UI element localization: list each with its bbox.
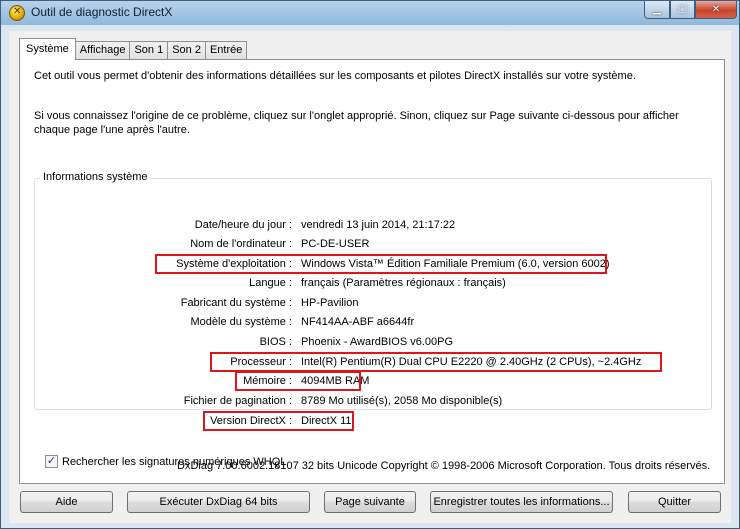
intro-text-2: Si vous connaissez l'origine de ce probl… xyxy=(34,110,679,136)
close-button[interactable]: ✕ xyxy=(695,1,737,19)
maximize-icon: ▢ xyxy=(677,4,688,15)
info-value: 8789 Mo utilisé(s), 2058 Mo disponible(s… xyxy=(301,395,503,407)
info-value: vendredi 13 juin 2014, 21:17:22 xyxy=(301,219,456,231)
dxdiag-window: Outil de diagnostic DirectX ▁ ▢ ✕ Systèm… xyxy=(0,0,740,529)
info-label: Langue : xyxy=(249,277,292,289)
highlight-directx xyxy=(203,411,354,431)
info-row-bios: BIOS : Phoenix - AwardBIOS v6.00PG xyxy=(20,334,720,350)
info-row-pagefile: Fichier de pagination : 8789 Mo utilisé(… xyxy=(20,393,720,409)
close-icon: ✕ xyxy=(711,4,721,15)
checkmark-icon: ✓ xyxy=(46,455,57,467)
maximize-button[interactable]: ▢ xyxy=(670,1,695,19)
info-row-directx: Version DirectX : DirectX 11 xyxy=(20,413,720,429)
tab-son-2[interactable]: Son 2 xyxy=(167,41,206,60)
tab-affichage[interactable]: Affichage xyxy=(74,41,131,60)
info-row-computer-name: Nom de l'ordinateur : PC-DE-USER xyxy=(20,236,720,252)
copyright-footer: DxDiag 7.00.6002.18107 32 bits Unicode C… xyxy=(177,460,711,472)
info-row-memory: Mémoire : 4094MB RAM xyxy=(20,373,720,389)
system-tab-panel: Cet outil vous permet d'obtenir des info… xyxy=(19,59,725,484)
next-page-button[interactable]: Page suivante xyxy=(324,491,416,513)
info-value: PC-DE-USER xyxy=(301,238,370,250)
info-row-date: Date/heure du jour : vendredi 13 juin 20… xyxy=(20,217,720,233)
minimize-button[interactable]: ▁ xyxy=(644,1,670,19)
info-label: BIOS : xyxy=(259,336,292,348)
intro-text-1: Cet outil vous permet d'obtenir des info… xyxy=(34,70,636,82)
info-value: HP-Pavilion xyxy=(301,297,359,309)
directx-icon xyxy=(9,5,25,21)
help-button[interactable]: Aide xyxy=(20,491,113,513)
save-all-info-button[interactable]: Enregistrer toutes les informations... xyxy=(430,491,613,513)
info-label: Fichier de pagination : xyxy=(183,395,292,407)
minimize-icon: ▁ xyxy=(653,4,661,15)
quit-button[interactable]: Quitter xyxy=(628,491,721,513)
title-bar[interactable]: Outil de diagnostic DirectX ▁ ▢ ✕ xyxy=(1,1,739,25)
info-label: Date/heure du jour : xyxy=(194,219,292,231)
info-value: NF414AA-ABF a6644fr xyxy=(301,316,415,328)
info-row-language: Langue : français (Paramètres régionaux … xyxy=(20,275,720,291)
info-value: Phoenix - AwardBIOS v6.00PG xyxy=(301,336,454,348)
client-area: Système Affichage Son 1 Son 2 Entrée Cet… xyxy=(9,31,731,523)
tab-son-1[interactable]: Son 1 xyxy=(129,41,169,60)
highlight-processor xyxy=(210,352,662,372)
tab-entree[interactable]: Entrée xyxy=(204,41,248,60)
info-label: Fabricant du système : xyxy=(180,297,292,309)
tab-bar: Système Affichage Son 1 Son 2 Entrée xyxy=(19,38,248,60)
info-label: Nom de l'ordinateur : xyxy=(190,238,292,250)
highlight-os xyxy=(155,254,607,274)
info-label: Modèle du système : xyxy=(190,316,293,328)
info-row-manufacturer: Fabricant du système : HP-Pavilion xyxy=(20,295,720,311)
system-info-title: Informations système xyxy=(40,171,151,183)
tab-systeme[interactable]: Système xyxy=(19,38,76,60)
run-64bit-button[interactable]: Exécuter DxDiag 64 bits xyxy=(127,491,310,513)
highlight-memory xyxy=(235,371,361,391)
info-row-model: Modèle du système : NF414AA-ABF a6644fr xyxy=(20,314,720,330)
info-value: français (Paramètres régionaux : françai… xyxy=(301,277,506,289)
whql-checkbox[interactable]: ✓ xyxy=(45,455,58,468)
window-title: Outil de diagnostic DirectX xyxy=(31,5,173,19)
